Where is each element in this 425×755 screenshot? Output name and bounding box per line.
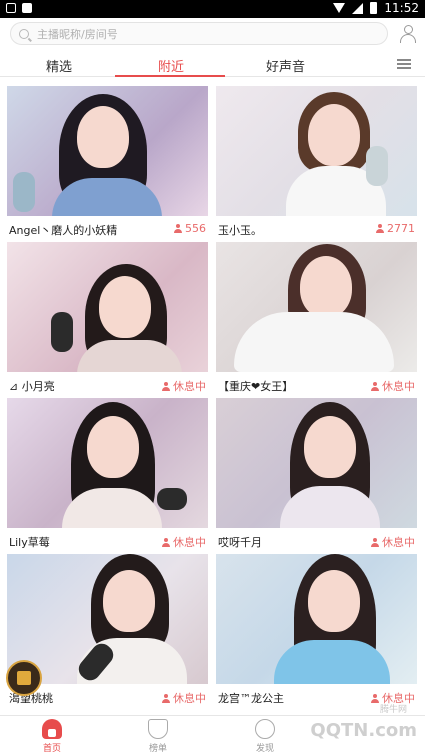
stream-thumbnail	[216, 398, 417, 528]
menu-icon[interactable]	[397, 59, 411, 69]
viewer-count: 556	[174, 222, 206, 235]
viewer-icon	[174, 224, 182, 233]
stream-thumbnail	[216, 242, 417, 372]
status-bar: 11:52	[0, 0, 425, 18]
streamer-card[interactable]: Angel丶磨人的小妖精 556	[7, 86, 208, 237]
viewer-count: 2771	[376, 222, 415, 235]
watermark-sub: 腾牛网	[379, 705, 407, 715]
status-resting: 休息中	[162, 534, 206, 550]
app-notification-icon	[22, 3, 32, 13]
nav-discover[interactable]: 发现	[235, 719, 295, 754]
gift-icon[interactable]	[6, 660, 42, 696]
search-icon	[19, 28, 29, 39]
nav-home[interactable]: 首页	[22, 719, 82, 754]
search-placeholder: 主播昵称/房间号	[37, 27, 118, 41]
streamer-card[interactable]: Lily草莓 休息中	[7, 398, 208, 550]
status-resting: 休息中	[162, 378, 206, 394]
battery-icon	[370, 2, 378, 14]
active-tab-indicator	[115, 75, 225, 77]
wifi-icon	[333, 3, 346, 13]
stream-thumbnail	[7, 86, 208, 216]
streamer-name: 玉小玉。	[218, 224, 262, 237]
streamer-name: Angel丶磨人的小妖精	[9, 224, 118, 237]
stream-thumbnail	[216, 86, 417, 216]
stream-thumbnail	[7, 398, 208, 528]
stream-thumbnail	[7, 554, 208, 684]
viewer-icon	[371, 381, 379, 391]
clock: 11:52	[384, 1, 419, 15]
search-input[interactable]: 主播昵称/房间号	[10, 22, 388, 45]
home-icon	[42, 719, 62, 739]
signal-icon	[352, 2, 364, 14]
notification-icon	[6, 3, 16, 13]
viewer-icon	[371, 693, 379, 703]
tab-bar: 精选 附近 好声音	[0, 51, 425, 77]
status-resting: 休息中	[371, 378, 415, 394]
tab-good-voice[interactable]: 好声音	[266, 56, 305, 75]
viewer-icon	[162, 537, 170, 547]
streamer-card[interactable]: 龙宫™龙公主 休息中	[216, 554, 417, 705]
stream-thumbnail	[216, 554, 417, 684]
tab-featured[interactable]: 精选	[46, 56, 72, 75]
streamer-card[interactable]: 【重庆❤女王】 休息中	[216, 242, 417, 394]
streamer-card[interactable]: ⊿ 小月亮 休息中	[7, 242, 208, 394]
status-resting: 休息中	[162, 690, 206, 706]
viewer-icon	[371, 537, 379, 547]
trophy-icon	[148, 719, 168, 739]
streamer-card[interactable]: 玉小玉。 2771	[216, 86, 417, 237]
streamer-name: 龙宫™龙公主	[218, 692, 284, 705]
viewer-icon	[162, 693, 170, 703]
status-resting: 休息中	[371, 534, 415, 550]
streamer-name: ⊿ 小月亮	[9, 380, 55, 393]
watermark: QQTN.com	[310, 720, 417, 741]
stream-thumbnail	[7, 242, 208, 372]
streamer-name: 哎呀千月	[218, 536, 262, 549]
streamer-name: Lily草莓	[9, 536, 50, 549]
streamer-card[interactable]: 哎呀千月 休息中	[216, 398, 417, 550]
user-icon[interactable]	[399, 25, 417, 43]
viewer-icon	[162, 381, 170, 391]
search-row: 主播昵称/房间号	[0, 18, 425, 51]
discover-icon	[255, 719, 275, 739]
streamer-name: 【重庆❤女王】	[218, 380, 294, 393]
viewer-icon	[376, 224, 384, 233]
tab-nearby[interactable]: 附近	[158, 56, 184, 75]
nav-rankings[interactable]: 榜单	[128, 719, 188, 754]
